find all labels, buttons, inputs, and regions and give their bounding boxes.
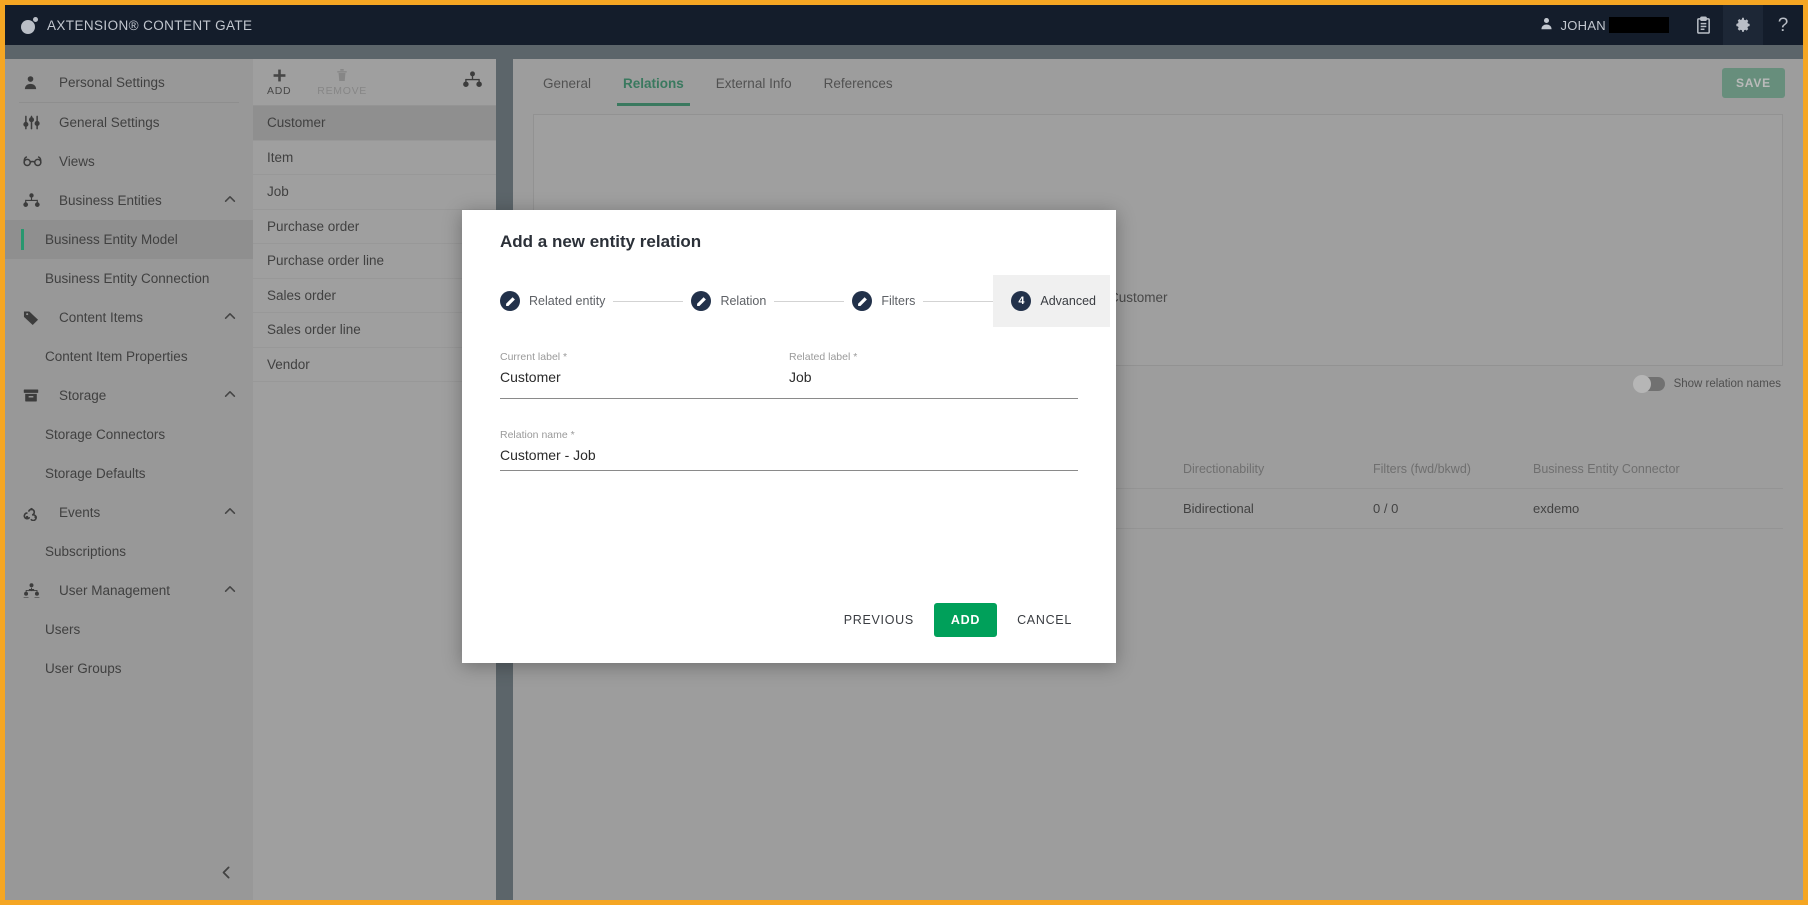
app-logo-icon bbox=[21, 16, 38, 34]
wizard-step-related-entity[interactable]: Related entity bbox=[492, 275, 613, 327]
relation-name-value: Customer - Job bbox=[500, 447, 596, 463]
user-name: JOHAN bbox=[1560, 17, 1606, 33]
wizard-step-filters[interactable]: Filters bbox=[844, 275, 923, 327]
wizard-step-connector bbox=[774, 300, 845, 302]
application-window: AXTENSION® CONTENT GATE JOHAN ? Personal… bbox=[0, 0, 1808, 905]
related-label-value: Job bbox=[789, 369, 812, 385]
wizard-stepper: Related entity Relation Filters 4 Advanced bbox=[462, 275, 1116, 327]
edit-icon bbox=[691, 291, 712, 311]
dialog-title: Add a new entity relation bbox=[500, 232, 702, 251]
current-label-field[interactable]: Current label * Customer bbox=[500, 339, 789, 398]
related-label-field[interactable]: Related label * Job bbox=[789, 339, 1078, 398]
current-label-caption: Current label * bbox=[500, 351, 568, 363]
previous-button[interactable]: PREVIOUS bbox=[830, 603, 928, 637]
add-button[interactable]: ADD bbox=[933, 603, 998, 637]
current-label-value: Customer bbox=[500, 369, 561, 385]
top-bar: AXTENSION® CONTENT GATE JOHAN ? bbox=[5, 5, 1803, 45]
edit-icon bbox=[852, 291, 873, 311]
label-fields-row: Current label * Customer Related label *… bbox=[500, 339, 1078, 398]
gear-icon[interactable] bbox=[1723, 5, 1763, 45]
edit-icon bbox=[500, 291, 520, 311]
wizard-step-label: Filters bbox=[881, 294, 916, 308]
help-glyph: ? bbox=[1777, 14, 1789, 36]
wizard-step-connector bbox=[923, 300, 994, 302]
redacted-surname bbox=[1609, 17, 1669, 33]
relation-name-caption: Relation name * bbox=[500, 429, 575, 441]
wizard-step-advanced[interactable]: 4 Advanced bbox=[993, 275, 1110, 327]
add-entity-relation-dialog: Add a new entity relation Related entity… bbox=[462, 210, 1116, 663]
dialog-form: Current label * Customer Related label *… bbox=[462, 327, 1116, 603]
step-number: 4 bbox=[1011, 291, 1032, 311]
wizard-step-label: Relation bbox=[720, 294, 767, 308]
clipboard-icon[interactable] bbox=[1683, 5, 1723, 45]
brand: AXTENSION® CONTENT GATE bbox=[5, 16, 253, 34]
related-label-caption: Related label * bbox=[789, 351, 858, 363]
user-menu[interactable]: JOHAN bbox=[1540, 17, 1683, 33]
cancel-button[interactable]: CANCEL bbox=[1003, 603, 1086, 637]
help-icon[interactable]: ? bbox=[1763, 5, 1803, 45]
top-bar-right: JOHAN ? bbox=[1540, 5, 1803, 45]
brand-title: AXTENSION® CONTENT GATE bbox=[47, 17, 253, 33]
dialog-actions: PREVIOUS ADD CANCEL bbox=[462, 603, 1116, 663]
user-icon bbox=[1540, 17, 1553, 33]
relation-name-underline bbox=[500, 470, 1078, 471]
wizard-step-relation[interactable]: Relation bbox=[683, 275, 774, 327]
app-body: Personal Settings General Settings Views Bu… bbox=[5, 45, 1803, 900]
wizard-step-label: Advanced bbox=[1040, 294, 1096, 308]
wizard-step-connector bbox=[613, 300, 684, 302]
relation-name-field[interactable]: Relation name * Customer - Job bbox=[500, 417, 1078, 477]
label-fields-underline bbox=[500, 398, 1078, 399]
wizard-step-label: Related entity bbox=[529, 294, 606, 308]
